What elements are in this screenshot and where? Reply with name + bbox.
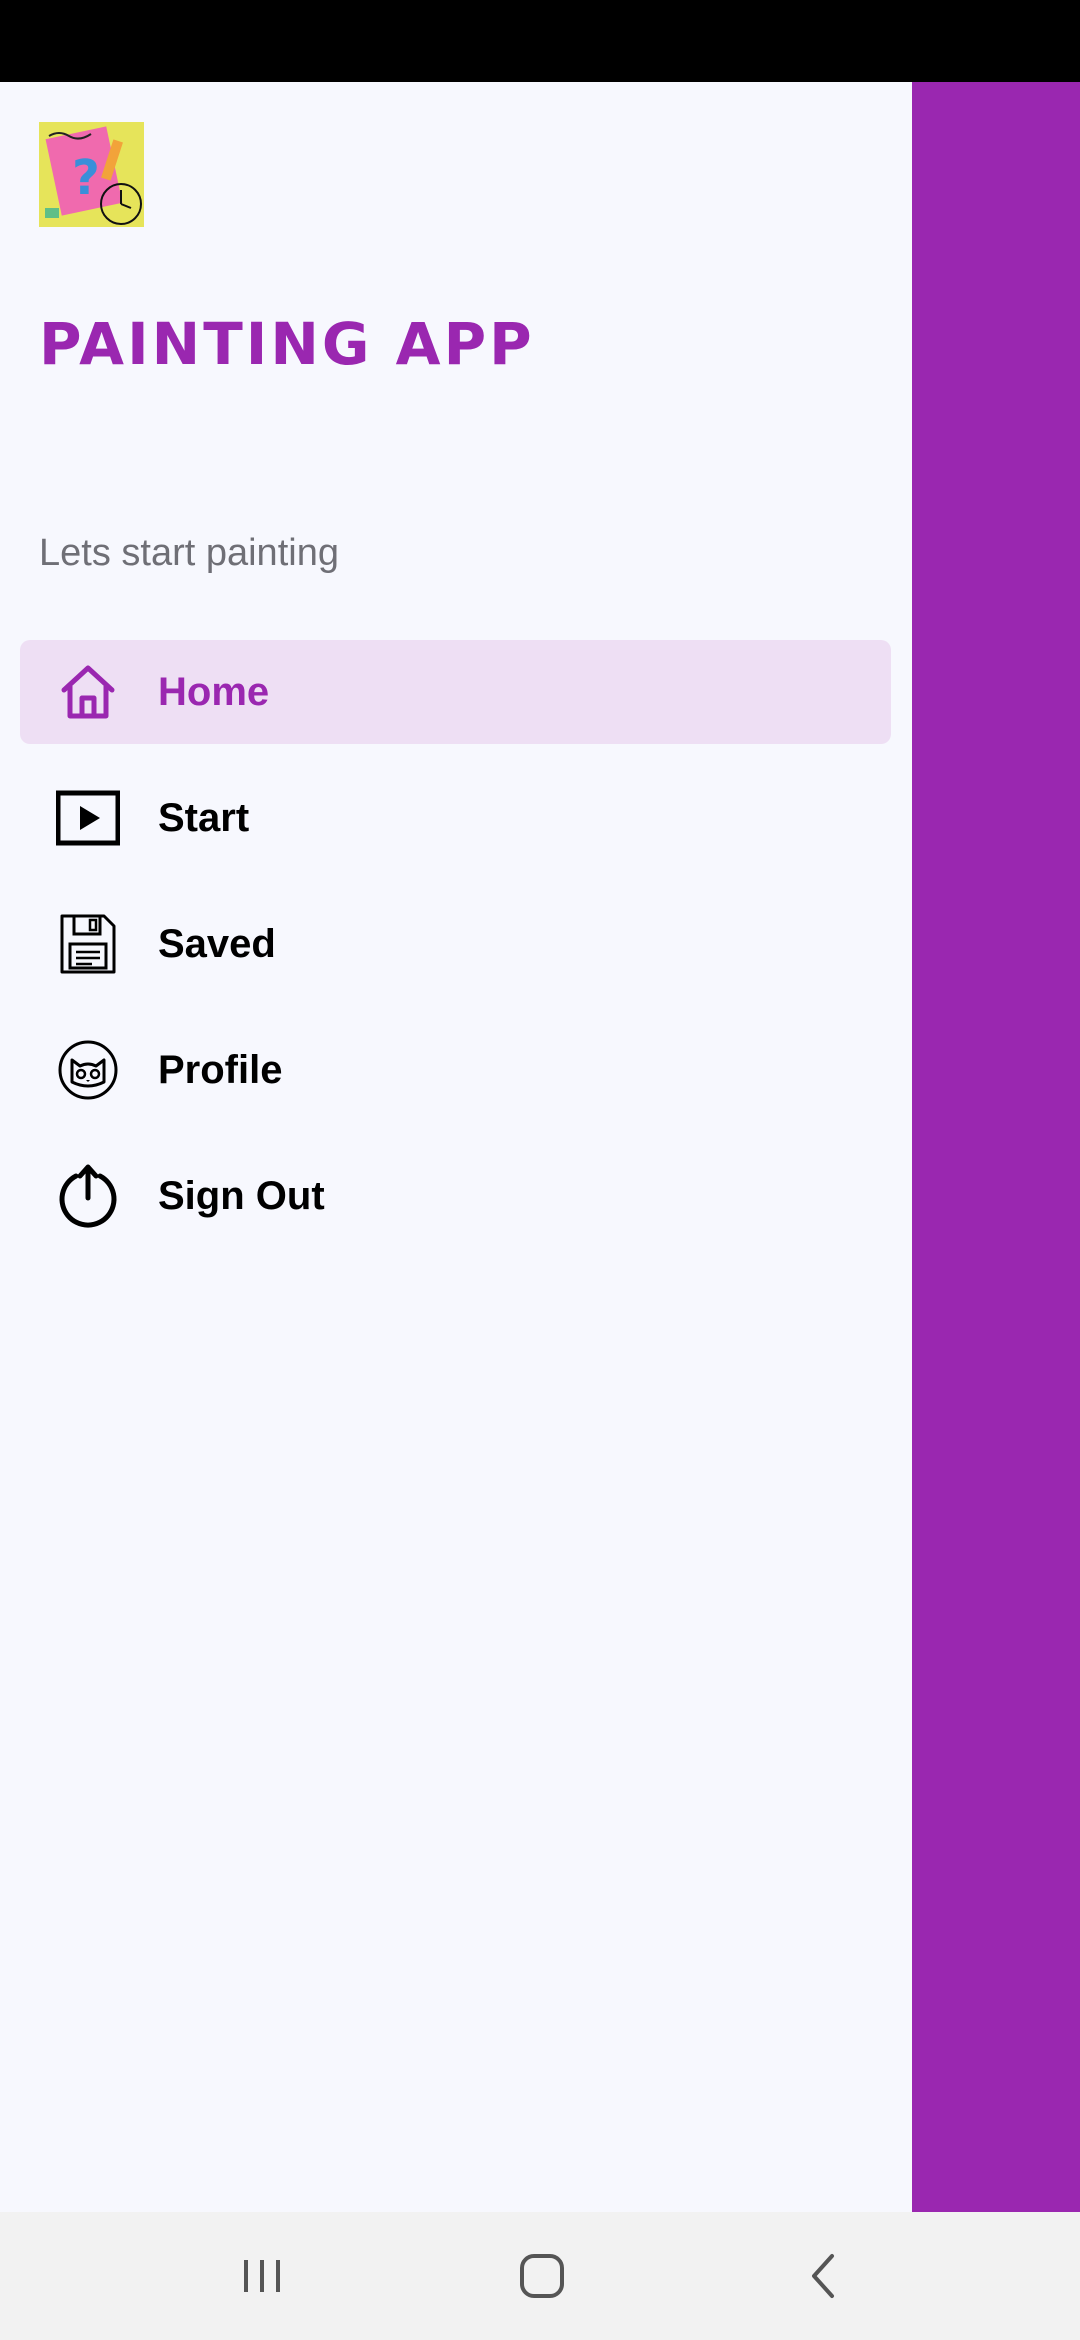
menu-item-label: Start [158, 796, 250, 840]
power-icon [56, 1164, 120, 1228]
navigation-drawer: ? PAINTING APP Lets start painting Home [0, 82, 912, 2212]
menu-item-label: Saved [158, 922, 276, 966]
menu-item-sign-out[interactable]: Sign Out [20, 1144, 891, 1248]
status-bar [0, 0, 1080, 82]
app-title: PAINTING APP [39, 310, 535, 378]
floppy-disk-icon [56, 912, 120, 976]
menu-item-saved[interactable]: Saved [20, 892, 891, 996]
home-circle-icon[interactable] [500, 2234, 584, 2318]
home-icon [56, 660, 120, 724]
drawer-subtitle: Lets start painting [39, 532, 339, 574]
drawer-scrim[interactable] [912, 82, 1080, 2212]
back-icon[interactable] [782, 2234, 866, 2318]
svg-text:?: ? [72, 150, 100, 206]
app-logo-image: ? [39, 122, 144, 227]
menu-item-home[interactable]: Home [20, 640, 891, 744]
menu-item-label: Profile [158, 1048, 283, 1092]
app-logo: ? [39, 122, 144, 227]
cat-face-icon [56, 1038, 120, 1102]
menu-item-label: Home [158, 670, 270, 714]
menu-item-label: Sign Out [158, 1174, 325, 1218]
menu-item-start[interactable]: Start [20, 766, 891, 870]
system-navigation-bar [0, 2212, 1080, 2340]
play-icon [56, 786, 120, 850]
recent-apps-icon[interactable] [220, 2234, 304, 2318]
menu-item-profile[interactable]: Profile [20, 1018, 891, 1122]
